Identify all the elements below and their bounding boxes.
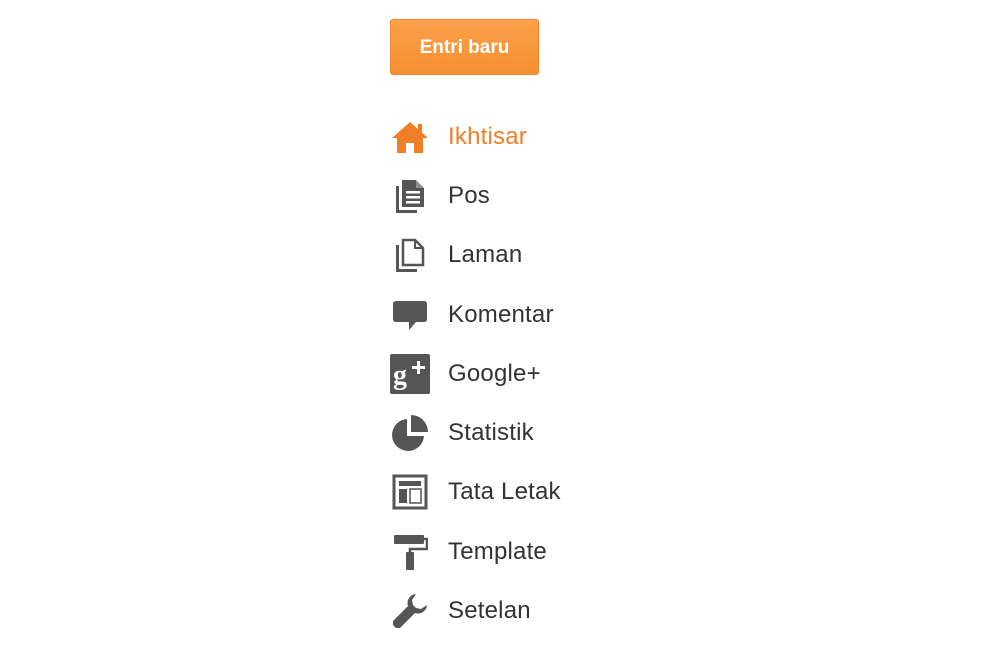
blogger-sidebar: Entri baru Ikhtisar Pos Laman Komentar g… <box>390 19 610 629</box>
sidebar-item-label: Ikhtisar <box>448 122 527 150</box>
sidebar-item-label: Komentar <box>448 300 554 328</box>
svg-text:g: g <box>393 360 407 391</box>
sidebar-item-label: Tata Letak <box>448 478 561 506</box>
sidebar-item-pos[interactable]: Pos <box>390 166 561 225</box>
pie-chart-icon <box>390 413 430 453</box>
paint-roller-icon <box>390 532 430 572</box>
sidebar-item-komentar[interactable]: Komentar <box>390 285 561 344</box>
sidebar-item-label: Google+ <box>448 359 541 387</box>
sidebar-item-label: Template <box>448 537 547 565</box>
sidebar-item-label: Pos <box>448 181 490 209</box>
sidebar-item-ikhtisar[interactable]: Ikhtisar <box>390 107 561 166</box>
comment-icon <box>390 295 430 335</box>
posts-icon <box>390 176 430 216</box>
sidebar-item-tata-letak[interactable]: Tata Letak <box>390 463 561 522</box>
sidebar-item-label: Setelan <box>448 597 531 625</box>
layout-icon <box>390 472 430 512</box>
sidebar-item-statistik[interactable]: Statistik <box>390 403 561 462</box>
new-post-button[interactable]: Entri baru <box>390 19 539 75</box>
wrench-icon <box>390 591 430 631</box>
sidebar-item-laman[interactable]: Laman <box>390 226 561 285</box>
sidebar-nav: Ikhtisar Pos Laman Komentar g Google+ St… <box>390 107 561 641</box>
sidebar-item-label: Laman <box>448 241 523 269</box>
sidebar-item-template[interactable]: Template <box>390 522 561 581</box>
sidebar-item-setelan[interactable]: Setelan <box>390 581 561 640</box>
sidebar-item-google-plus[interactable]: g Google+ <box>390 344 561 403</box>
google-plus-icon: g <box>390 353 430 394</box>
sidebar-item-label: Statistik <box>448 419 534 447</box>
pages-icon <box>390 235 430 275</box>
home-icon <box>390 117 430 157</box>
